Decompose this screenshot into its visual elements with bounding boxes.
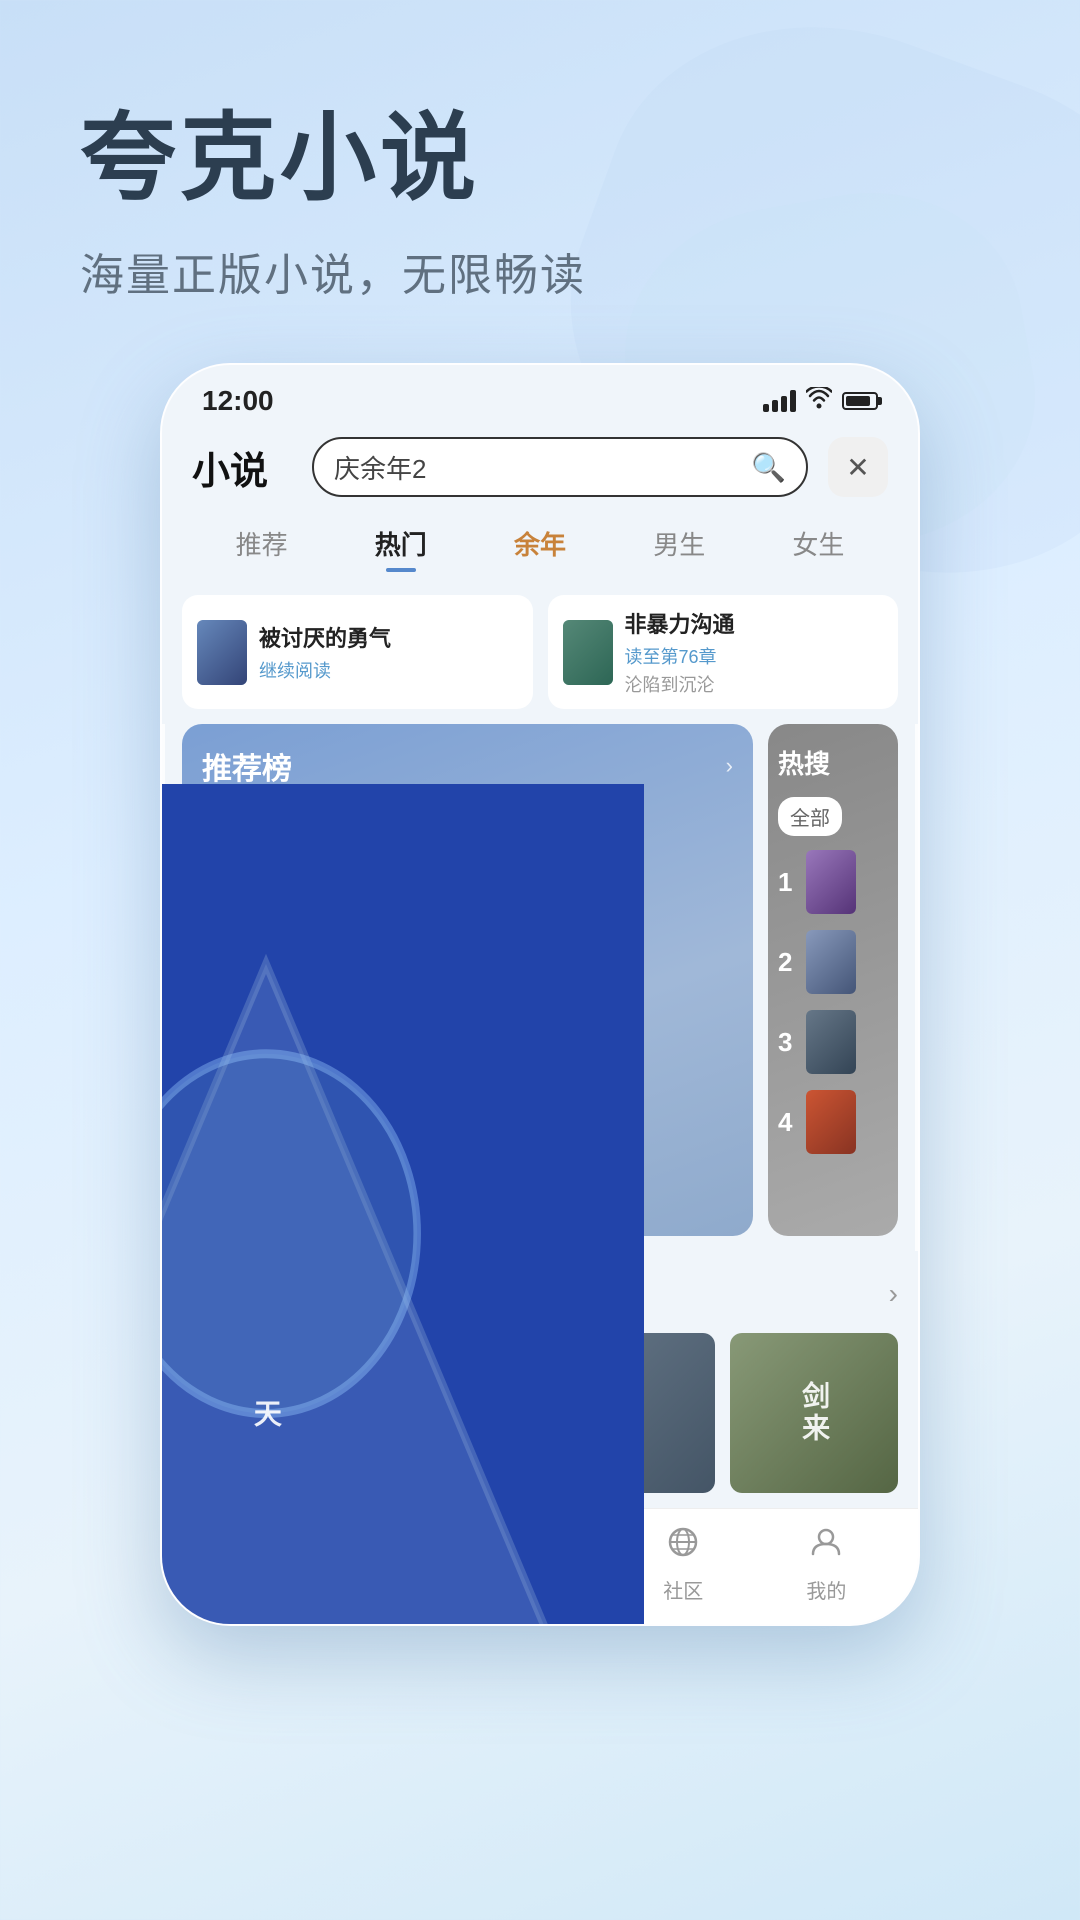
search-icon[interactable]: 🔍 [751,451,786,484]
search-input[interactable]: 庆余年2 [334,449,751,486]
close-button[interactable]: ✕ [828,437,888,497]
hot-rank-1: 1 [778,867,798,898]
completed-books-row: 天 剑来 [182,1333,898,1493]
book-name-2: 非暴力沟通 [625,607,735,639]
tab-recommend[interactable]: 推荐 [192,517,331,570]
battery-icon [842,392,878,410]
tab-female[interactable]: 女生 [749,517,888,570]
hot-item-1[interactable]: 1 [778,850,888,914]
recent-reads: 被讨厌的勇气 继续阅读 非暴力沟通 读至第76章 沦陷到沉沦 [162,585,918,724]
book-action-2: 读至第76章 [625,643,735,669]
phone-frame: 12:00 [160,363,920,1626]
book-info-2: 非暴力沟通 读至第76章 沦陷到沉沦 [625,607,735,697]
book-cover-1 [197,620,247,685]
wifi-icon [806,387,832,415]
book-action-1: 继续阅读 [259,657,391,683]
promo-title: 夸克小说 [80,80,1000,219]
app-title: 小说 [192,440,292,495]
search-bar[interactable]: 庆余年2 🔍 [312,437,808,497]
ranking-title: 推荐榜 [202,744,292,788]
book-info-1: 被讨厌的勇气 继续阅读 [259,621,391,683]
completed-book-1[interactable]: 天 [182,1333,350,1493]
hot-item-2[interactable]: 2 [778,930,888,994]
hot-rank-2: 2 [778,947,798,978]
hot-search-title: 热搜 [778,744,888,781]
book-chapter-2: 沦陷到沉沦 [625,671,735,697]
nav-profile-label: 我的 [806,1575,846,1604]
ranking-header: 推荐榜 › [202,744,733,788]
tab-male[interactable]: 男生 [610,517,749,570]
hot-item-3[interactable]: 3 [778,1010,888,1074]
ranking-more[interactable]: › [726,753,733,779]
hot-rank-4: 4 [778,1107,798,1138]
signal-icon [763,390,796,412]
nav-profile[interactable]: 我的 [755,1524,898,1604]
hot-search-panel: 热搜 全部 1 2 3 [768,724,898,1236]
status-icons [763,387,878,415]
tab-special[interactable]: 余年 [470,517,609,570]
hot-item-4[interactable]: 4 [778,1090,888,1154]
hot-cover-4 [806,1090,856,1154]
recent-book-1[interactable]: 被讨厌的勇气 继续阅读 [182,595,533,709]
nav-community-label: 社区 [663,1575,703,1604]
recent-book-2[interactable]: 非暴力沟通 读至第76章 沦陷到沉沦 [548,595,899,709]
hot-cover-1 [806,850,856,914]
status-bar: 12:00 [162,365,918,427]
completed-section: 完结推荐 › 天 [162,1251,918,1508]
app-header: 小说 庆余年2 🔍 ✕ [162,427,918,512]
promo-header: 夸克小说 海量正版小说，无限畅读 [0,0,1080,323]
tab-hot[interactable]: 热门 [331,517,470,570]
section-more[interactable]: › [889,1278,898,1310]
book-cover-2 [563,620,613,685]
phone-wrapper: 12:00 [0,363,1080,1626]
status-time: 12:00 [202,385,274,417]
hot-rank-3: 3 [778,1027,798,1058]
nav-tabs: 推荐 热门 余年 男生 女生 [162,512,918,585]
promo-subtitle: 海量正版小说，无限畅读 [80,239,1000,303]
community-icon [665,1524,701,1569]
hot-cover-3 [806,1010,856,1074]
book-name-1: 被讨厌的勇气 [259,621,391,653]
completed-book-4[interactable]: 剑来 [730,1333,898,1493]
hot-filter-all[interactable]: 全部 [778,797,842,836]
profile-icon [808,1524,844,1569]
hot-cover-2 [806,930,856,994]
